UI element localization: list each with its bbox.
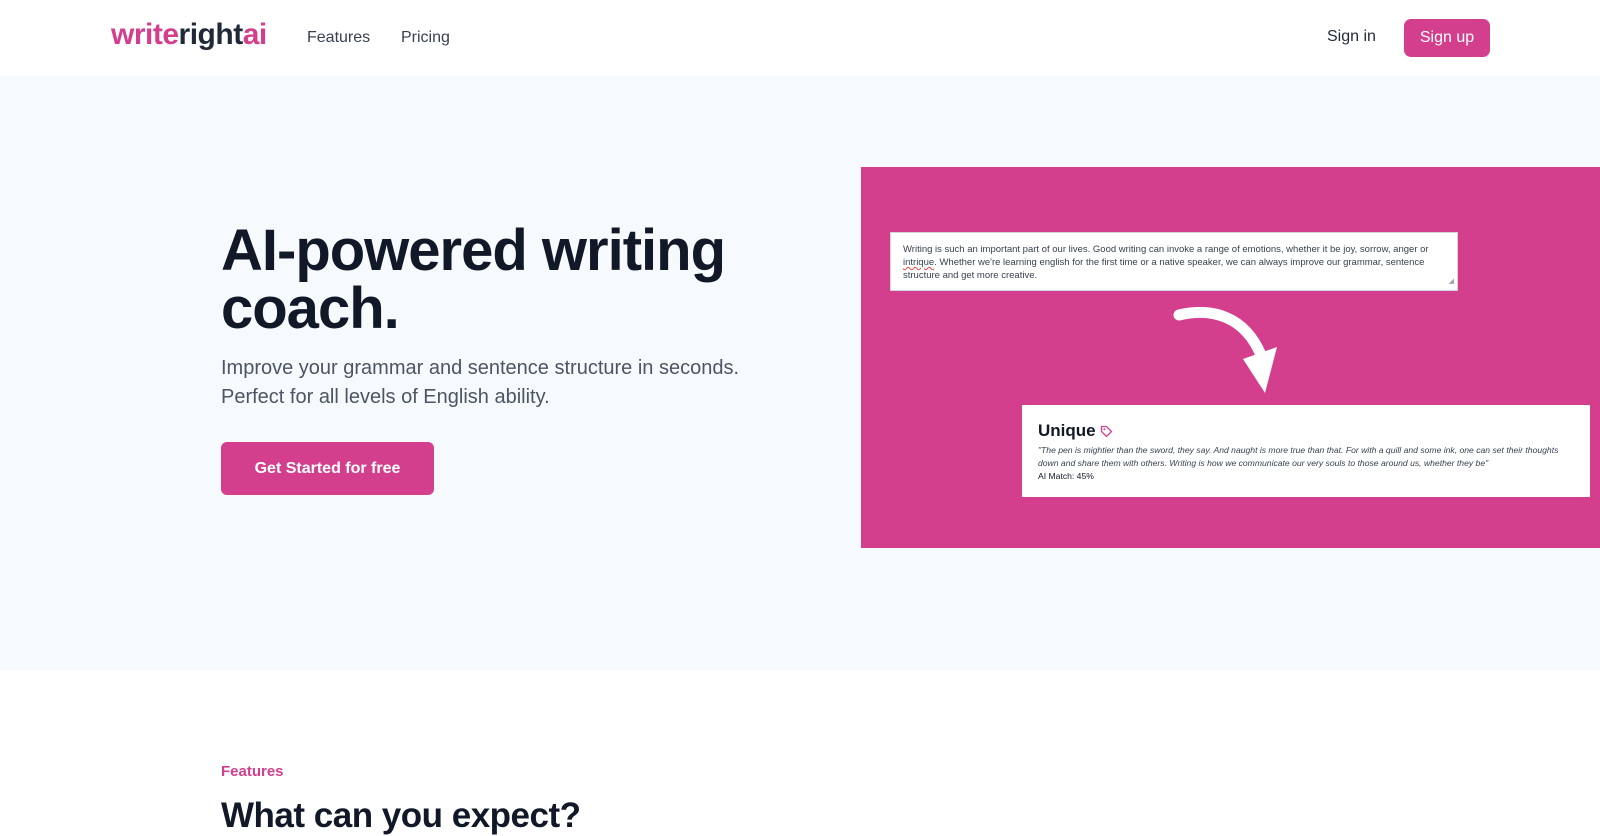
resize-handle-icon: ◢ [1448,278,1454,285]
logo-part-write: write [111,18,179,51]
sign-in-link[interactable]: Sign in [1327,28,1376,46]
demo-input-misspelled: intrique [903,257,935,268]
features-title: What can you expect? [221,796,581,835]
demo-input-text-after: . Whether we're learning english for the… [903,257,1425,281]
demo-result-card: Unique "The pen is mightier than the swo… [1022,405,1590,497]
features-eyebrow: Features [221,763,284,780]
hero-subtitle: Improve your grammar and sentence struct… [221,357,740,408]
result-match: AI Match: 45% [1038,471,1094,481]
sign-up-button[interactable]: Sign up [1404,19,1490,57]
nav-link-pricing[interactable]: Pricing [401,29,450,47]
result-title-text: Unique [1038,421,1096,440]
nav-link-features[interactable]: Features [307,29,370,47]
demo-panel: Writing is such an important part of our… [861,167,1600,548]
result-quote: "The pen is mightier than the sword, the… [1038,445,1559,468]
logo-part-right: right [178,18,244,51]
demo-input-text-before: Writing is such an important part of our… [903,244,1429,255]
tag-icon [1100,425,1113,437]
demo-input-text: Writing is such an important part of our… [890,232,1458,291]
hero-headline: AI-powered writing coach. [221,218,726,341]
logo-part-ai: ai [242,18,268,51]
hero-section: AI-powered writing coach. Improve your g… [0,76,1600,670]
result-title: Unique [1038,421,1574,441]
get-started-button[interactable]: Get Started for free [221,442,434,495]
curved-arrow-icon [1173,307,1277,393]
top-nav: writerightai Features Pricing Sign in Si… [0,0,1600,76]
logo[interactable]: writerightai [111,18,267,52]
